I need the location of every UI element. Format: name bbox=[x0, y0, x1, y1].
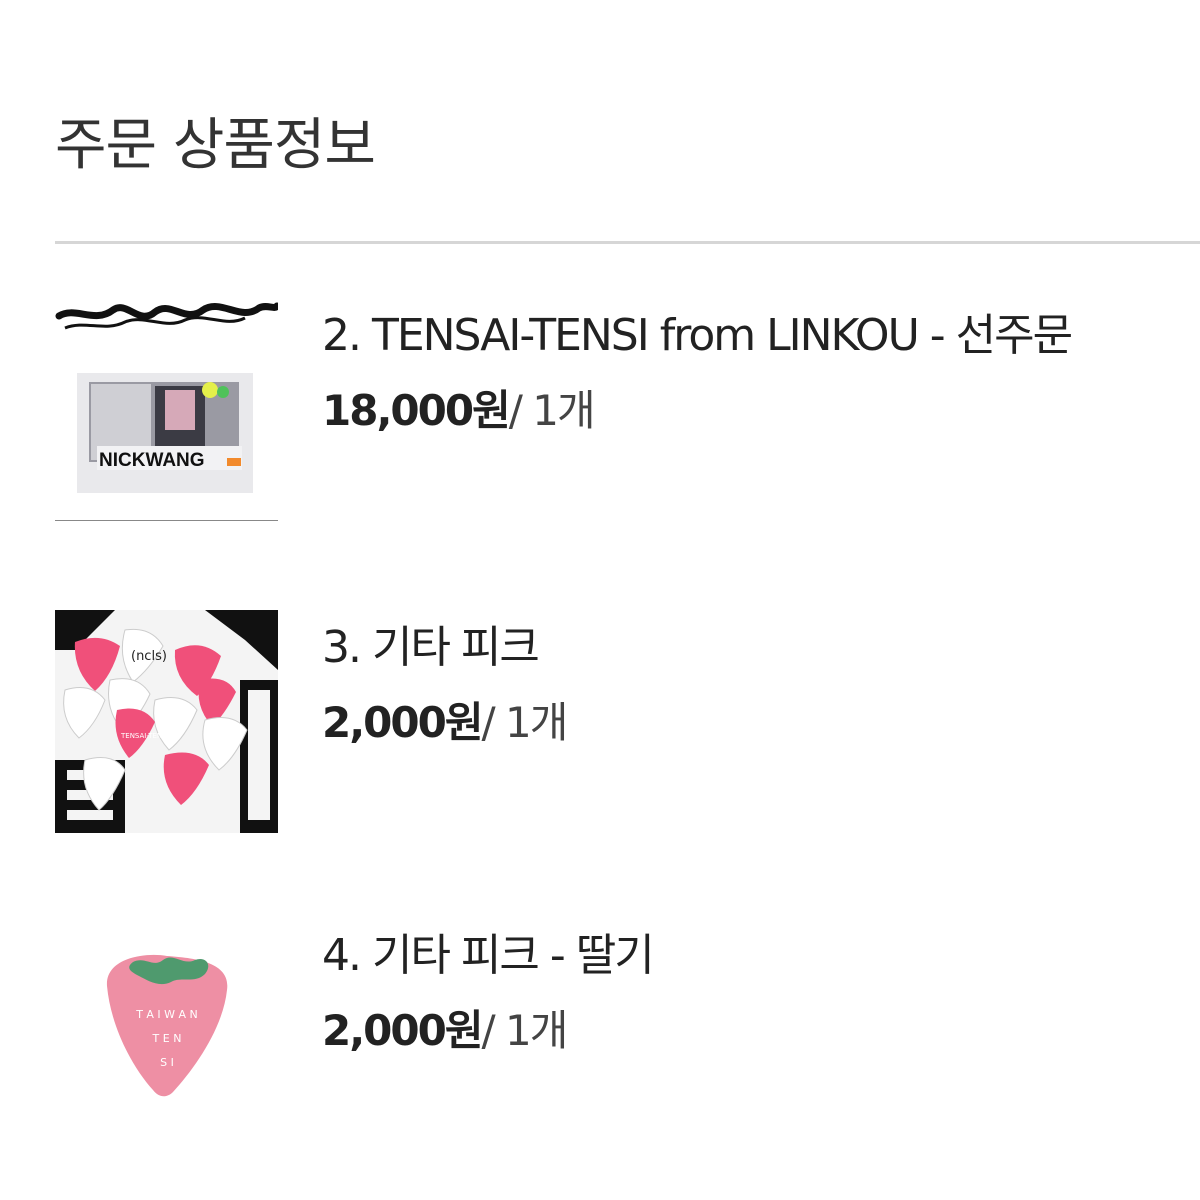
item-price-line: 18,000원/ 1개 bbox=[322, 386, 596, 436]
album-package-image[interactable]: NICKWANG bbox=[55, 298, 278, 521]
order-item[interactable]: NICKWANG 2. TENSAI-TENSI from LINKOU - 선… bbox=[55, 298, 1155, 528]
item-quantity: / 1개 bbox=[481, 1006, 569, 1055]
pick-text: T E N bbox=[152, 1032, 182, 1045]
page-title: 주문 상품정보 bbox=[55, 113, 376, 178]
pick-text: (ncls) bbox=[131, 649, 167, 664]
item-price-line: 2,000원/ 1개 bbox=[322, 1006, 569, 1056]
pick-text: S I bbox=[160, 1056, 174, 1069]
strawberry-pick-image[interactable]: T A I W A N T E N S I bbox=[55, 918, 278, 1141]
item-name[interactable]: 4. 기타 피크 - 딸기 bbox=[322, 930, 655, 983]
item-name[interactable]: 2. TENSAI-TENSI from LINKOU - 선주문 bbox=[322, 310, 1073, 363]
item-quantity: / 1개 bbox=[508, 386, 596, 435]
item-price: 2,000원 bbox=[322, 1006, 483, 1055]
item-price: 18,000원 bbox=[322, 386, 511, 435]
pick-text: TENSAI-TENSI bbox=[120, 732, 169, 740]
item-price-line: 2,000원/ 1개 bbox=[322, 698, 569, 748]
order-item[interactable]: (ncls) TENSAI-TENSI 3. 기타 피크 2,000원/ 1개 bbox=[55, 610, 1155, 840]
guitar-picks-image[interactable]: (ncls) TENSAI-TENSI bbox=[55, 610, 278, 833]
section-divider bbox=[55, 241, 1200, 244]
pick-text: T A I W A N bbox=[135, 1008, 198, 1021]
item-price: 2,000원 bbox=[322, 698, 483, 747]
package-brand-text: NICKWANG bbox=[99, 450, 205, 471]
item-name[interactable]: 3. 기타 피크 bbox=[322, 622, 540, 675]
order-item[interactable]: T A I W A N T E N S I 4. 기타 피크 - 딸기 2,00… bbox=[55, 918, 1155, 1148]
item-quantity: / 1개 bbox=[481, 698, 569, 747]
